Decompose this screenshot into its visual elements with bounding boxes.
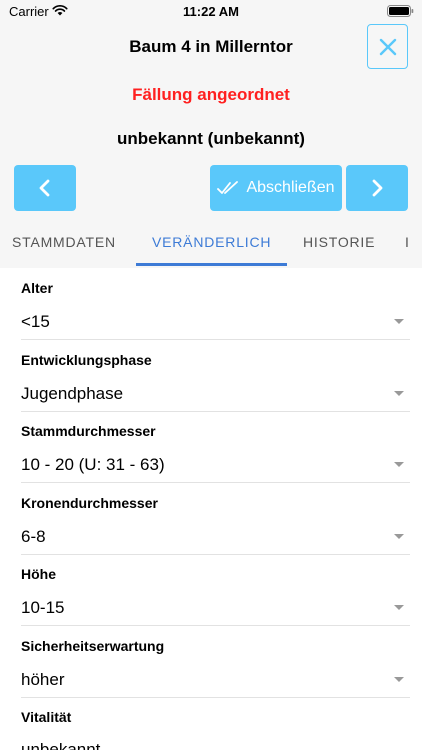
tab-partial[interactable]: I [405, 234, 410, 250]
previous-button[interactable] [14, 165, 76, 211]
tab-historie[interactable]: HISTORIE [303, 234, 375, 250]
field-label: Vitalität [21, 709, 72, 725]
tab-veraenderlich[interactable]: VERÄNDERLICH [152, 234, 271, 250]
entwicklungsphase-select[interactable]: Jugendphase [21, 384, 123, 404]
field-label: Alter [21, 280, 53, 296]
field-label: Sicherheitserwartung [21, 638, 165, 654]
triangle-down-icon [394, 605, 404, 610]
triangle-down-icon [394, 319, 404, 324]
tab-bar: STAMMDATEN VERÄNDERLICH HISTORIE I [0, 228, 422, 268]
hoehe-select[interactable]: 10-15 [21, 598, 64, 618]
species-label: unbekannt (unbekannt) [117, 129, 305, 148]
header: Carrier 11:22 AM Baum 4 in Millerntor Fä… [0, 0, 422, 268]
double-check-icon [217, 181, 239, 194]
status-bar: Carrier 11:22 AM [0, 0, 422, 22]
close-icon [379, 38, 396, 55]
page-title: Baum 4 in Millerntor [129, 37, 293, 56]
triangle-down-icon [394, 677, 404, 682]
stammdurchmesser-select[interactable]: 10 - 20 (U: 31 - 63) [21, 455, 165, 475]
triangle-down-icon [394, 391, 404, 396]
triangle-down-icon [394, 534, 404, 539]
field-divider [21, 482, 410, 483]
finish-button-label: Abschließen [246, 179, 335, 196]
field-divider [21, 697, 410, 698]
tab-stammdaten[interactable]: STAMMDATEN [12, 234, 116, 250]
alter-select[interactable]: <15 [21, 312, 50, 332]
chevron-right-icon [372, 179, 383, 197]
sicherheitserwartung-select[interactable]: höher [21, 670, 64, 690]
tab-active-indicator [136, 263, 287, 266]
kronendurchmesser-select[interactable]: 6-8 [21, 527, 46, 547]
field-label: Entwicklungsphase [21, 352, 152, 368]
field-divider [21, 339, 410, 340]
triangle-down-icon [394, 462, 404, 467]
chevron-left-icon [39, 179, 50, 197]
status-time: 11:22 AM [183, 4, 239, 19]
next-button[interactable] [346, 165, 408, 211]
field-label: Höhe [21, 566, 56, 582]
field-divider [21, 554, 410, 555]
field-divider [21, 625, 410, 626]
vitalitaet-select[interactable]: unbekannt [21, 740, 100, 750]
finish-button[interactable]: Abschließen [210, 165, 342, 211]
field-divider [21, 411, 410, 412]
status-subtitle: Fällung angeordnet [132, 85, 290, 104]
field-label: Stammdurchmesser [21, 423, 156, 439]
battery-icon [387, 5, 414, 17]
close-button[interactable] [367, 24, 408, 69]
field-label: Kronendurchmesser [21, 495, 158, 511]
